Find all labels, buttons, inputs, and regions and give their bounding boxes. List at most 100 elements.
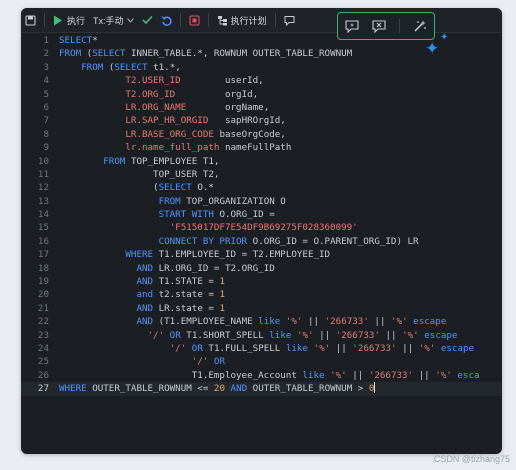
code-line[interactable]: 27 WHERE OUTER_TABLE_ROWNUM <= 20 AND OUT… [21, 382, 502, 396]
code-token: AND [136, 276, 154, 288]
code-text: LR.ORG_NAME orgName, [59, 101, 269, 114]
code-token: T1.EMPLOYEE_ID = T2.EMPLOYEE_ID [153, 249, 331, 261]
code-line[interactable]: 7 LR.SAP_HR_ORGID sapHROrgId, [21, 114, 502, 127]
code-token: escape [440, 342, 475, 354]
code-text: T2.ORG_ID orgId, [59, 88, 258, 101]
code-line[interactable]: 18 AND LR.ORG_ID = T2.ORG_ID [21, 262, 502, 275]
code-line[interactable]: 20 and t2.state = 1 [21, 288, 502, 301]
execution-plan-icon [217, 15, 228, 26]
code-line[interactable]: 17 WHERE T1.EMPLOYEE_ID = T2.EMPLOYEE_ID [21, 248, 502, 261]
code-token: 'F515017DF7E54DF9B69275F028360099' [169, 222, 358, 234]
code-text: lr.name_full_path nameFullPath [59, 141, 291, 154]
line-number: 2 [43, 48, 49, 60]
code-token: '/' [169, 342, 187, 354]
stop-button[interactable] [185, 8, 204, 32]
code-token: AND [136, 262, 154, 274]
line-number: 17 [37, 249, 49, 261]
code-line[interactable]: 16 CONNECT BY PRIOR O.ORG_ID = O.PARENT_… [21, 235, 502, 248]
code-token: 20 [213, 383, 225, 395]
code-line[interactable]: 12 (SELECT O.* [21, 181, 502, 194]
code-line[interactable]: 25 '/' OR [21, 355, 502, 368]
ai-explain-button[interactable] [345, 19, 359, 33]
chevron-down-icon [126, 17, 134, 23]
ai-error-chat-icon [372, 19, 386, 33]
code-line[interactable]: 4 T2.USER_ID userId, [21, 74, 502, 87]
code-line[interactable]: 15 'F515017DF7E54DF9B69275F028360099' [21, 221, 502, 234]
code-token: T1.STATE = [153, 276, 220, 288]
code-token: '%' [418, 342, 436, 354]
code-token: orgId, [175, 88, 259, 100]
transaction-mode-label: Tx:手动 [93, 15, 124, 26]
rollback-button[interactable] [157, 8, 176, 32]
run-label: 执行 [67, 15, 86, 26]
code-token: OUTER_TABLE_ROWNUM <= [86, 383, 214, 395]
code-token: SELECT [158, 182, 192, 194]
run-button[interactable]: 执行 [49, 8, 89, 32]
code-line[interactable]: 26 T1.Employee_Account like '%' || '2667… [21, 369, 502, 382]
code-line[interactable]: 9 lr.name_full_path nameFullPath [21, 141, 502, 154]
code-token: '266733' [368, 369, 414, 381]
code-line[interactable]: 3 FROM (SELECT t1.*, [21, 61, 502, 74]
code-token: ( [103, 61, 115, 73]
save-button[interactable] [21, 8, 40, 32]
ai-chat-icon [345, 19, 359, 33]
code-line[interactable]: 19 AND T1.STATE = 1 [21, 275, 502, 288]
ai-fix-button[interactable] [372, 19, 386, 33]
code-token: ( [81, 48, 93, 60]
line-number: 1 [43, 35, 49, 46]
code-line[interactable]: 10 FROM TOP_EMPLOYEE T1, [21, 155, 502, 168]
execution-plan-button[interactable]: 执行计划 [213, 8, 271, 32]
line-number: 16 [37, 235, 49, 247]
line-number: 25 [37, 356, 49, 368]
code-token: baseOrgCode, [213, 128, 286, 140]
code-token: (T1.EMPLOYEE_NAME [153, 316, 259, 328]
comment-button[interactable] [280, 8, 299, 32]
code-line[interactable]: 8 LR.BASE_ORG_CODE baseOrgCode, [21, 128, 502, 141]
line-number: 27 [37, 383, 49, 395]
code-line[interactable]: 24 '/' OR T1.FULL_SPELL like '%' || '266… [21, 342, 502, 355]
ai-magic-button[interactable] [413, 19, 427, 33]
code-line[interactable]: 5 T2.ORG_ID orgId, [21, 88, 502, 101]
code-token: CONNECT BY PRIOR [158, 235, 248, 247]
code-token: || [302, 316, 325, 328]
code-text: and t2.state = 1 [59, 288, 225, 301]
code-area[interactable]: 1 SELECT* 2 FROM (SELECT INNER_TABLE.*, ROW… [21, 34, 502, 454]
check-icon [141, 15, 153, 25]
code-line[interactable]: 14 START WITH O.ORG_ID = [21, 208, 502, 221]
code-text: LR.SAP_HR_ORGID sapHROrgId, [59, 114, 285, 127]
commit-button[interactable] [138, 8, 157, 32]
code-line[interactable]: 23 '/' OR T1.SHORT_SPELL like '%' || '26… [21, 329, 502, 342]
execution-plan-label: 执行计划 [230, 15, 267, 26]
line-number: 20 [37, 289, 49, 301]
code-line[interactable]: 6 LR.ORG_NAME orgName, [21, 101, 502, 114]
magic-wand-icon [414, 20, 427, 32]
code-token: AND [230, 383, 248, 395]
code-token: T2.ORG_ID [125, 88, 176, 100]
code-token: '266733' [352, 342, 397, 354]
code-token: TOP_ORGANIZATION O [180, 195, 286, 207]
code-text: AND T1.STATE = 1 [59, 275, 225, 288]
code-line[interactable]: 13 FROM TOP_ORGANIZATION O [21, 195, 502, 208]
code-text: TOP_USER T2, [59, 168, 219, 181]
code-token: escape [413, 316, 447, 328]
code-token: OR [191, 342, 203, 354]
line-number: 7 [43, 115, 49, 127]
line-number: 9 [43, 142, 49, 154]
text-cursor [374, 382, 376, 394]
code-line[interactable]: 21 AND LR.state = 1 [21, 302, 502, 315]
code-token: nameFullPath [219, 142, 292, 154]
transaction-mode-select[interactable]: Tx:手动 [89, 8, 138, 32]
code-text: CONNECT BY PRIOR O.ORG_ID = O.PARENT_ORG… [59, 235, 419, 248]
code-line[interactable]: 11 TOP_USER T2, [21, 168, 502, 181]
code-text: SELECT* [59, 34, 98, 47]
code-line[interactable]: 22 AND (T1.EMPLOYEE_NAME like '%' || '26… [21, 315, 502, 328]
line-number: 6 [43, 101, 49, 113]
code-token: || [330, 342, 353, 354]
code-text: FROM (SELECT INNER_TABLE.*, ROWNUM OUTER… [59, 47, 352, 60]
